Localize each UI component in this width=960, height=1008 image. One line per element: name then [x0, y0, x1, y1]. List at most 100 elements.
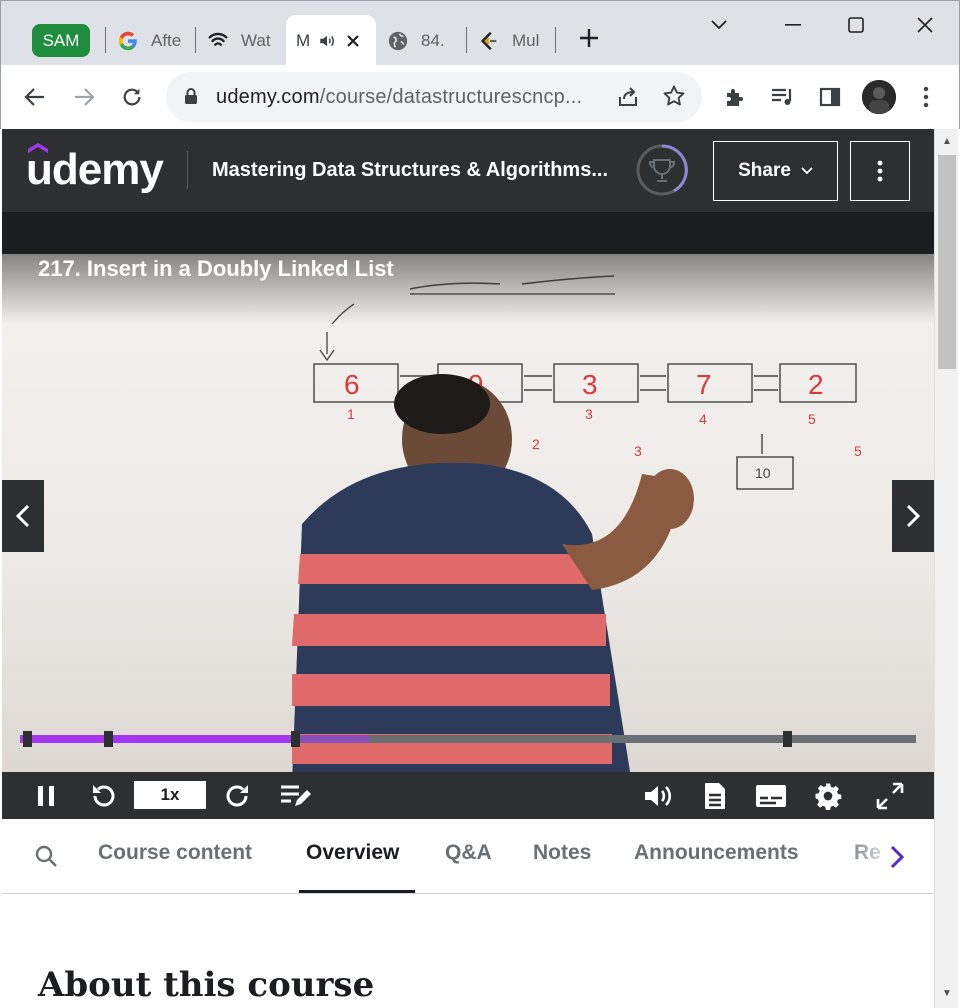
tab-separator	[105, 27, 106, 53]
chapter-marker[interactable]	[783, 731, 792, 747]
rewind-button[interactable]	[87, 780, 119, 812]
media-queue-icon	[772, 88, 792, 105]
url-path: /course/datastructurescncp...	[319, 86, 583, 108]
close-icon	[917, 17, 933, 33]
browser-tab-active[interactable]: M	[286, 15, 376, 66]
video-player[interactable]: 693 72 134 523 5 10 217. Insert in a Dou…	[2, 254, 934, 779]
tab-announcements[interactable]: Announcements	[634, 841, 799, 865]
page-scrollbar[interactable]: ▲ ▼	[934, 129, 958, 1008]
search-icon[interactable]	[35, 845, 57, 872]
scrollbar-thumb[interactable]	[938, 155, 956, 369]
playback-speed-button[interactable]: 1x	[134, 781, 206, 809]
browser-tab[interactable]: 84.	[387, 15, 457, 66]
progress-trophy[interactable]	[636, 144, 688, 196]
fullscreen-button[interactable]	[874, 780, 906, 812]
tab-separator	[555, 27, 556, 53]
browser-tab-strip: SAM Afte Wat M 84. Mul	[0, 0, 960, 66]
svg-text:5: 5	[808, 411, 816, 427]
tab-course-content[interactable]: Course content	[98, 841, 252, 865]
media-control-button[interactable]	[767, 81, 799, 113]
share-page-icon[interactable]	[616, 85, 640, 114]
chevron-down-icon	[801, 167, 813, 175]
bookmark-star-icon[interactable]	[662, 84, 686, 113]
pause-button[interactable]	[30, 780, 62, 812]
profile-chip[interactable]: SAM	[32, 24, 90, 57]
back-button[interactable]	[19, 81, 51, 113]
browser-tab[interactable]: Wat	[207, 15, 277, 66]
more-options-button[interactable]	[850, 141, 910, 201]
tab-label: Mul	[512, 30, 540, 50]
forward-button[interactable]	[222, 780, 254, 812]
previous-lecture-button[interactable]	[2, 480, 44, 552]
settings-button[interactable]	[812, 780, 844, 812]
close-tab-icon[interactable]	[342, 30, 364, 52]
share-button[interactable]: Share	[713, 141, 838, 201]
browser-tab[interactable]: Afte	[117, 15, 195, 66]
side-panel-button[interactable]	[814, 81, 846, 113]
svg-text:4: 4	[699, 411, 707, 427]
browser-tab[interactable]: Mul	[478, 15, 548, 66]
lecture-title: 217. Insert in a Doubly Linked List	[38, 256, 394, 281]
note-edit-icon	[281, 785, 311, 806]
minimize-button[interactable]	[778, 11, 808, 39]
chapter-marker[interactable]	[104, 731, 113, 747]
header-divider	[187, 151, 188, 189]
arrow-left-icon	[24, 88, 44, 106]
pause-icon	[38, 786, 54, 806]
chapter-marker[interactable]	[23, 731, 32, 747]
web-page: udemy Mastering Data Structures & Algori…	[2, 129, 934, 1008]
lock-icon[interactable]	[184, 87, 198, 110]
scroll-down-arrow[interactable]: ▼	[941, 989, 953, 999]
chevron-right-icon	[906, 504, 920, 528]
captions-button[interactable]	[755, 780, 787, 812]
tab-label: 84.	[421, 30, 445, 50]
avatar[interactable]	[862, 80, 896, 114]
arrow-right-icon	[75, 88, 95, 106]
chevron-right-icon[interactable]	[890, 845, 905, 874]
tab-overview[interactable]: Overview	[306, 841, 399, 865]
next-lecture-button[interactable]	[892, 480, 934, 552]
close-window-button[interactable]	[910, 11, 940, 39]
tab-notes[interactable]: Notes	[533, 841, 591, 865]
plus-icon	[580, 29, 598, 47]
captions-icon	[756, 785, 786, 807]
about-heading: About this course	[38, 965, 375, 1005]
reload-button[interactable]	[116, 81, 148, 113]
scroll-up-arrow[interactable]: ▲	[941, 137, 953, 147]
svg-text:3: 3	[634, 443, 642, 459]
audio-icon[interactable]	[316, 30, 338, 52]
trophy-icon	[636, 144, 688, 196]
minimize-icon	[785, 24, 801, 26]
side-panel-icon	[819, 87, 841, 107]
transcript-button[interactable]	[699, 780, 731, 812]
forward-5-icon	[226, 785, 248, 807]
svg-text:1: 1	[347, 406, 355, 422]
video-top-band	[2, 212, 934, 254]
course-title[interactable]: Mastering Data Structures & Algorithms..…	[212, 159, 608, 182]
played-fill	[20, 735, 289, 743]
maximize-button[interactable]	[841, 11, 871, 39]
tabs-fade	[842, 819, 934, 893]
forward-button[interactable]	[68, 81, 100, 113]
volume-button[interactable]	[642, 780, 674, 812]
reload-icon	[123, 88, 141, 106]
video-progress-bar[interactable]	[20, 731, 916, 747]
tab-separator	[466, 27, 467, 53]
tab-search-button[interactable]	[704, 11, 734, 39]
udemy-logo[interactable]: udemy	[26, 143, 164, 195]
address-bar[interactable]: udemy.com/course/datastructurescncp...	[166, 72, 702, 122]
extensions-button[interactable]	[719, 81, 751, 113]
svg-text:7: 7	[696, 369, 712, 400]
new-tab-button[interactable]	[575, 27, 603, 55]
svg-text:6: 6	[344, 369, 360, 400]
course-header: udemy Mastering Data Structures & Algori…	[2, 129, 934, 212]
expand-icon	[876, 782, 904, 810]
add-note-button[interactable]	[280, 780, 312, 812]
kebab-menu-icon	[877, 160, 883, 182]
tab-label: M	[296, 30, 311, 50]
tab-qa[interactable]: Q&A	[445, 841, 492, 865]
browser-menu-button[interactable]	[910, 81, 942, 113]
chevron-left-icon	[16, 504, 30, 528]
chapter-marker[interactable]	[291, 731, 300, 747]
globe-icon	[387, 30, 409, 52]
